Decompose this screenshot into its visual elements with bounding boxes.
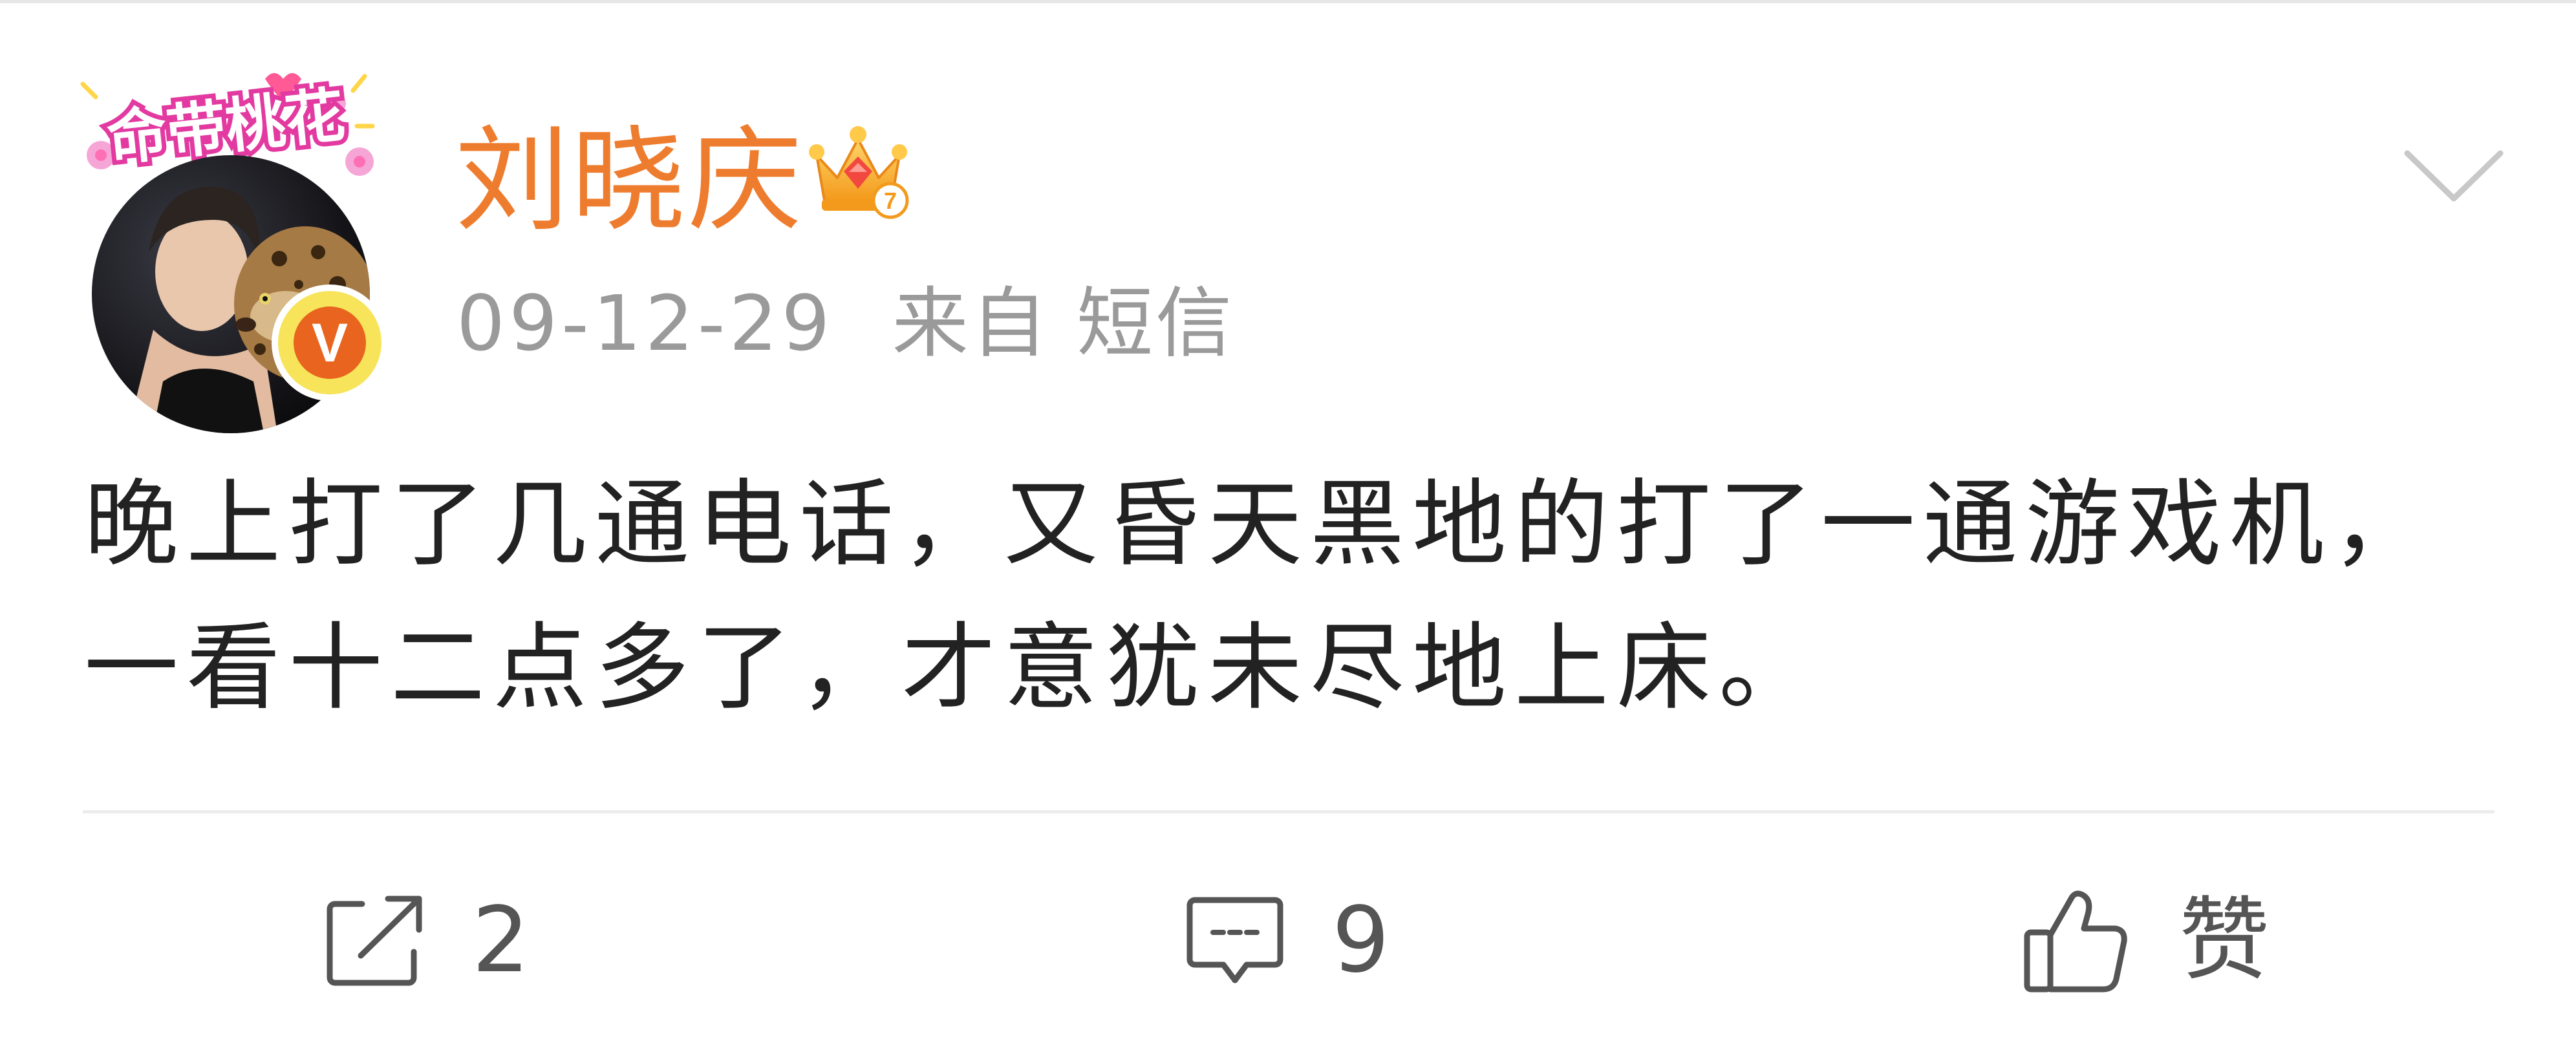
post-time: 09-12-29 — [456, 279, 834, 368]
share-icon — [327, 896, 422, 986]
author-avatar[interactable]: 命带桃花 V — [65, 65, 388, 433]
post-meta: 09-12-29 来自 短信 — [456, 278, 1234, 369]
post-text: 晚上打了几通电话，又昏天黑地的打了一通游戏机， 一看十二点多了，才意犹未尽地上床… — [84, 453, 2515, 740]
repost-button[interactable]: 2 — [323, 883, 530, 999]
action-divider — [83, 810, 2495, 813]
post-text-line: 晚上打了几通电话，又昏天黑地的打了一通游戏机， — [84, 469, 2434, 579]
like-label: 赞 — [2179, 888, 2270, 993]
post-text-line: 一看十二点多了，才意犹未尽地上床。 — [84, 613, 1821, 723]
comment-button[interactable]: 9 — [1183, 883, 1390, 999]
thumbs-up-icon — [2024, 890, 2127, 993]
post-source: 来自 短信 — [892, 279, 1235, 368]
comment-icon — [1186, 897, 1283, 983]
repost-count: 2 — [472, 888, 530, 993]
top-divider — [0, 0, 2576, 3]
verified-badge-letter: V — [294, 306, 366, 379]
verified-badge-icon: V — [278, 291, 381, 394]
crown-icon[interactable]: 7 — [805, 116, 912, 223]
chevron-down-icon[interactable] — [2402, 145, 2506, 207]
svg-text:7: 7 — [884, 188, 897, 214]
like-button[interactable]: 赞 — [2021, 883, 2270, 999]
comment-count: 9 — [1332, 888, 1390, 993]
author-name[interactable]: 刘晓庆 — [455, 116, 804, 246]
